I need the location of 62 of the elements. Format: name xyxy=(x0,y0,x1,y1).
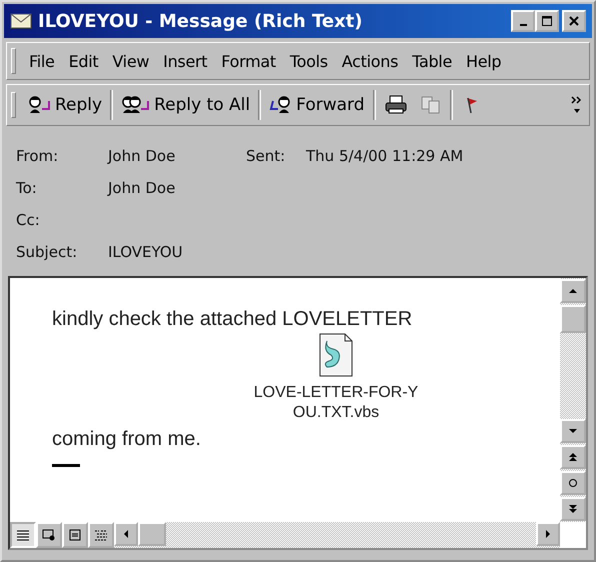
menu-item[interactable]: Actions xyxy=(334,52,406,70)
scroll-right-button[interactable] xyxy=(536,522,560,546)
close-icon xyxy=(568,15,580,27)
printer-icon xyxy=(384,95,408,115)
scroll-thumb[interactable] xyxy=(560,305,586,333)
scroll-down-button[interactable] xyxy=(560,419,586,443)
script-file-icon[interactable] xyxy=(319,333,353,377)
page-icon xyxy=(68,529,82,541)
view-button[interactable] xyxy=(36,522,62,548)
body-text: coming from me. xyxy=(52,428,201,451)
right-arrow-icon xyxy=(544,529,552,539)
view-button[interactable] xyxy=(10,522,36,548)
menu-item[interactable]: Table xyxy=(405,52,460,70)
person-arrow-icon xyxy=(28,95,52,115)
left-arrow-icon xyxy=(122,529,130,539)
menu-item[interactable]: Help xyxy=(459,52,508,70)
up-arrow-icon xyxy=(568,287,578,295)
menu-item[interactable]: Format xyxy=(214,52,283,70)
recipient-name: John Doe xyxy=(108,179,176,197)
minimize-icon xyxy=(520,24,526,26)
down-arrow-icon xyxy=(568,427,578,435)
menu-item[interactable]: View xyxy=(105,52,156,70)
vertical-scrollbar[interactable] xyxy=(560,278,586,522)
scroll-up-button[interactable] xyxy=(560,279,586,303)
next-item-button[interactable] xyxy=(560,497,586,521)
double-up-arrow-icon xyxy=(568,452,578,462)
menu-item[interactable]: File xyxy=(22,52,62,70)
copy-icon xyxy=(420,95,442,115)
menu-item[interactable]: Insert xyxy=(156,52,214,70)
toolbar-button[interactable]: Reply to All xyxy=(115,89,256,121)
field-label: Sent: xyxy=(246,147,286,165)
field-label: From: xyxy=(16,147,60,165)
horizontal-scrollbar[interactable] xyxy=(10,522,560,548)
browse-object-button[interactable] xyxy=(560,471,586,495)
sent-date: Thu 5/4/00 11:29 AM xyxy=(306,147,464,165)
lines-icon xyxy=(16,529,30,541)
window-title: ILOVEYOU - Message (Rich Text) xyxy=(38,10,364,32)
maximize-button[interactable] xyxy=(535,10,559,32)
view-button[interactable] xyxy=(62,522,88,548)
toolbar-button[interactable]: Reply xyxy=(22,89,108,121)
menu-item[interactable]: Edit xyxy=(62,52,106,70)
two-people-arrow-icon xyxy=(121,95,152,115)
close-button[interactable] xyxy=(562,10,586,32)
scroll-thumb[interactable] xyxy=(138,522,166,546)
field-label: Subject: xyxy=(16,243,78,261)
view-button[interactable] xyxy=(88,522,114,548)
toolbar-button[interactable]: Forward xyxy=(263,89,371,121)
field-label: Cc: xyxy=(16,211,41,229)
body-text: kindly check the attached LOVELETTER xyxy=(52,308,414,331)
menu-item[interactable]: Tools xyxy=(282,52,335,70)
sender-name: John Doe xyxy=(108,147,176,165)
previous-item-button[interactable] xyxy=(560,445,586,469)
minimize-button[interactable] xyxy=(511,10,535,32)
outline-icon xyxy=(94,529,108,541)
attachment-name[interactable]: LOVE-LETTER-FOR-Y OU.TXT.vbs xyxy=(254,383,418,423)
circle-icon xyxy=(568,478,578,488)
envelope-icon xyxy=(10,13,32,29)
scroll-left-button[interactable] xyxy=(114,522,138,546)
maximize-icon xyxy=(541,15,553,27)
subject-text: ILOVEYOU xyxy=(108,243,184,261)
double-down-arrow-icon xyxy=(568,504,578,514)
field-label: To: xyxy=(16,179,38,197)
